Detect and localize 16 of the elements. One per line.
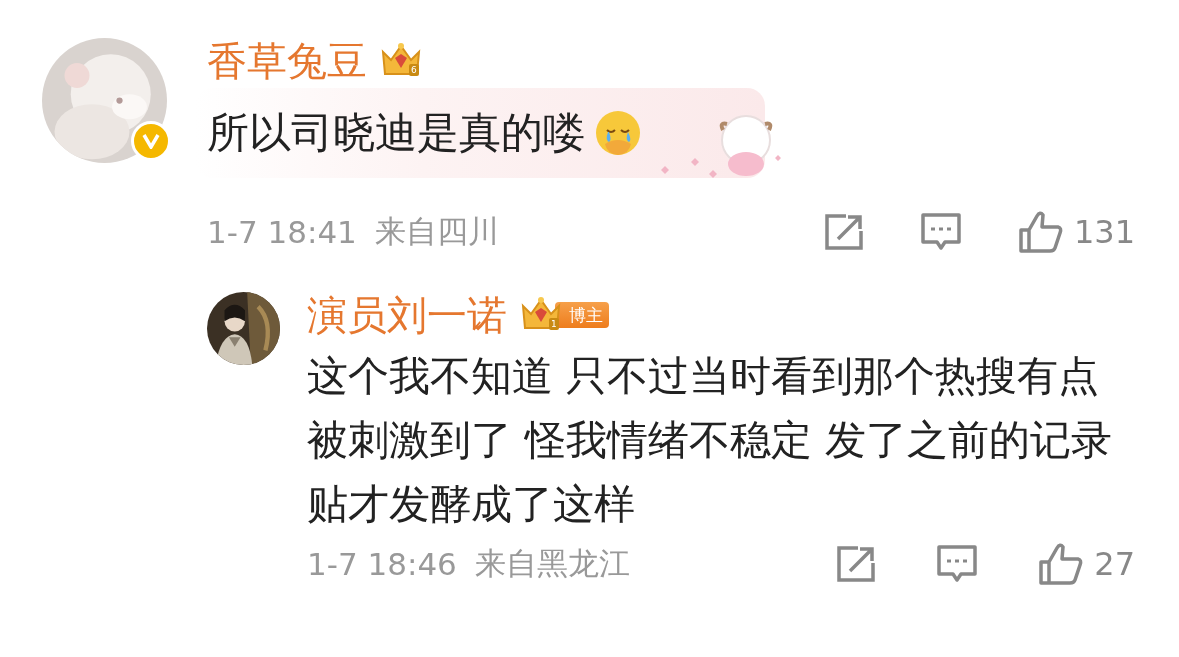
comment-time: 1-7 18:41 <box>207 214 357 250</box>
comment-icon[interactable] <box>919 212 962 252</box>
comment-location: 来自黑龙江 <box>474 544 630 583</box>
comment-text: 这个我不知道 只不过当时看到那个热搜有点被刺激到了 怪我情绪不稳定 发了之前的记录贴才发酵成了这样 <box>307 351 1114 530</box>
comment-time: 1-7 18:46 <box>307 546 457 582</box>
user-name[interactable]: 香草兔豆 <box>207 41 367 81</box>
user-name[interactable]: 演员刘一诺 <box>307 295 507 335</box>
like-count: 27 <box>1094 545 1135 583</box>
comment-text: 所以司晓迪是真的喽 <box>207 108 585 158</box>
comment-icon[interactable] <box>936 544 979 584</box>
comment-location: 来自四川 <box>374 212 499 251</box>
share-icon[interactable] <box>836 545 877 583</box>
like-icon[interactable] <box>1038 542 1085 586</box>
like-icon[interactable] <box>1017 210 1064 254</box>
share-icon[interactable] <box>823 213 864 251</box>
like-count: 131 <box>1073 213 1135 251</box>
